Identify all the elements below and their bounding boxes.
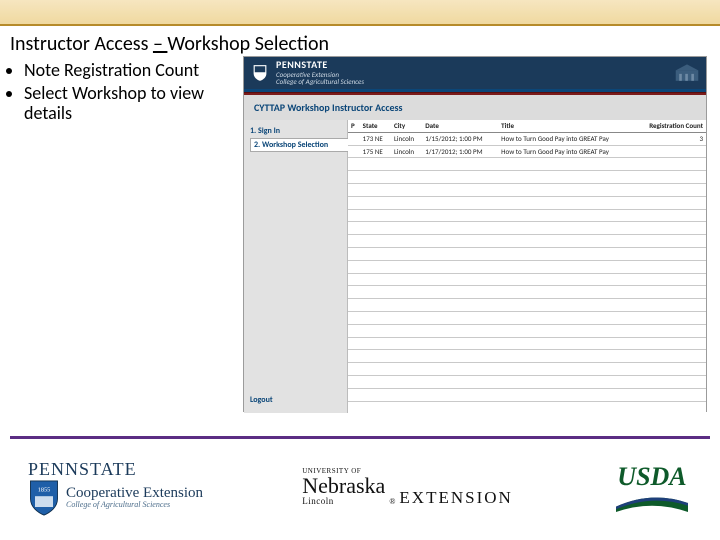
pennstate-banner: PENNSTATE Cooperative Extension College … (244, 57, 706, 89)
nebraska-lincoln: Lincoln (302, 497, 385, 506)
nebraska-logo: UNIVERSITY OF Nebraska Lincoln ® EXTENSI… (302, 468, 513, 506)
cell-date: 1/17/2012; 1:00 PM (422, 145, 498, 158)
table-row[interactable] (348, 158, 706, 171)
pennstate-logo: PENNSTATE 1855 Cooperative Extension Col… (28, 459, 203, 516)
table-row[interactable] (348, 273, 706, 286)
col-reg-count: Registration Count (634, 120, 706, 132)
table-row[interactable]: 173 NELincoln1/15/2012; 1:00 PMHow to Tu… (348, 132, 706, 145)
logo-row: PENNSTATE 1855 Cooperative Extension Col… (0, 452, 720, 522)
table-row[interactable] (348, 350, 706, 363)
col-title: Title (498, 120, 634, 132)
table-row[interactable] (348, 247, 706, 260)
cell-city: Lincoln (391, 132, 422, 145)
table-row[interactable] (348, 401, 706, 413)
embedded-app: PENNSTATE Cooperative Extension College … (243, 56, 707, 412)
college-text: College of Agricultural Sciences (66, 501, 203, 509)
step-sidebar: 1. Sign In 2. Workshop Selection Logout (244, 120, 348, 413)
shield-icon: 1855 (28, 480, 60, 516)
bullet-item: Select Workshop to view details (24, 83, 244, 124)
divider-rule (10, 436, 710, 439)
building-icon (674, 63, 700, 83)
shield-icon (252, 64, 268, 82)
table-row[interactable] (348, 375, 706, 388)
table-row[interactable] (348, 311, 706, 324)
table-row[interactable] (348, 299, 706, 312)
table-row[interactable] (348, 324, 706, 337)
step-sign-in[interactable]: 1. Sign In (250, 126, 341, 136)
cell-state: 173 NE (360, 132, 391, 145)
table-row[interactable]: 175 NELincoln1/17/2012; 1:00 PMHow to Tu… (348, 145, 706, 158)
cell-reg: 3 (634, 132, 706, 145)
cell-title: How to Turn Good Pay into GREAT Pay (498, 145, 634, 158)
usda-word: USDA (617, 462, 686, 492)
table-row[interactable] (348, 209, 706, 222)
step-workshop-selection[interactable]: 2. Workshop Selection (250, 138, 348, 152)
table-row[interactable] (348, 388, 706, 401)
cell-p (348, 132, 360, 145)
cell-p (348, 145, 360, 158)
col-city: City (391, 120, 422, 132)
slide-bullets: Note Registration Count Select Workshop … (24, 60, 244, 124)
banner-sub2: College of Agricultural Sciences (276, 78, 364, 85)
table-row[interactable] (348, 363, 706, 376)
extension-word: EXTENSION (399, 489, 512, 506)
col-p: P (348, 120, 360, 132)
cell-date: 1/15/2012; 1:00 PM (422, 132, 498, 145)
workshop-table: P State City Date Title Registration Cou… (348, 120, 706, 413)
coop-ext-text: Cooperative Extension (66, 486, 203, 501)
cell-reg (634, 145, 706, 158)
pennstate-word: PENNSTATE (28, 459, 203, 480)
table-header-row: P State City Date Title Registration Cou… (348, 120, 706, 132)
cell-city: Lincoln (391, 145, 422, 158)
slide-title: Instructor Access – Workshop Selection (10, 32, 710, 56)
cell-state: 175 NE (360, 145, 391, 158)
col-state: State (360, 120, 391, 132)
table-row[interactable] (348, 337, 706, 350)
col-date: Date (422, 120, 498, 132)
usda-swoosh-icon (612, 494, 692, 512)
table-row[interactable] (348, 171, 706, 184)
bullet-item: Note Registration Count (24, 60, 244, 81)
table-row[interactable] (348, 286, 706, 299)
cyttap-heading: CYTTAP Workshop Instructor Access (244, 95, 706, 120)
table-row[interactable] (348, 222, 706, 235)
shield-year: 1855 (38, 486, 51, 493)
logout-link[interactable]: Logout (250, 395, 273, 405)
registered-icon: ® (389, 498, 395, 506)
cell-title: How to Turn Good Pay into GREAT Pay (498, 132, 634, 145)
table-row[interactable] (348, 235, 706, 248)
usda-logo: USDA (612, 462, 692, 512)
table-row[interactable] (348, 260, 706, 273)
table-row[interactable] (348, 196, 706, 209)
nebraska-word: Nebraska (302, 475, 385, 497)
table-row[interactable] (348, 183, 706, 196)
